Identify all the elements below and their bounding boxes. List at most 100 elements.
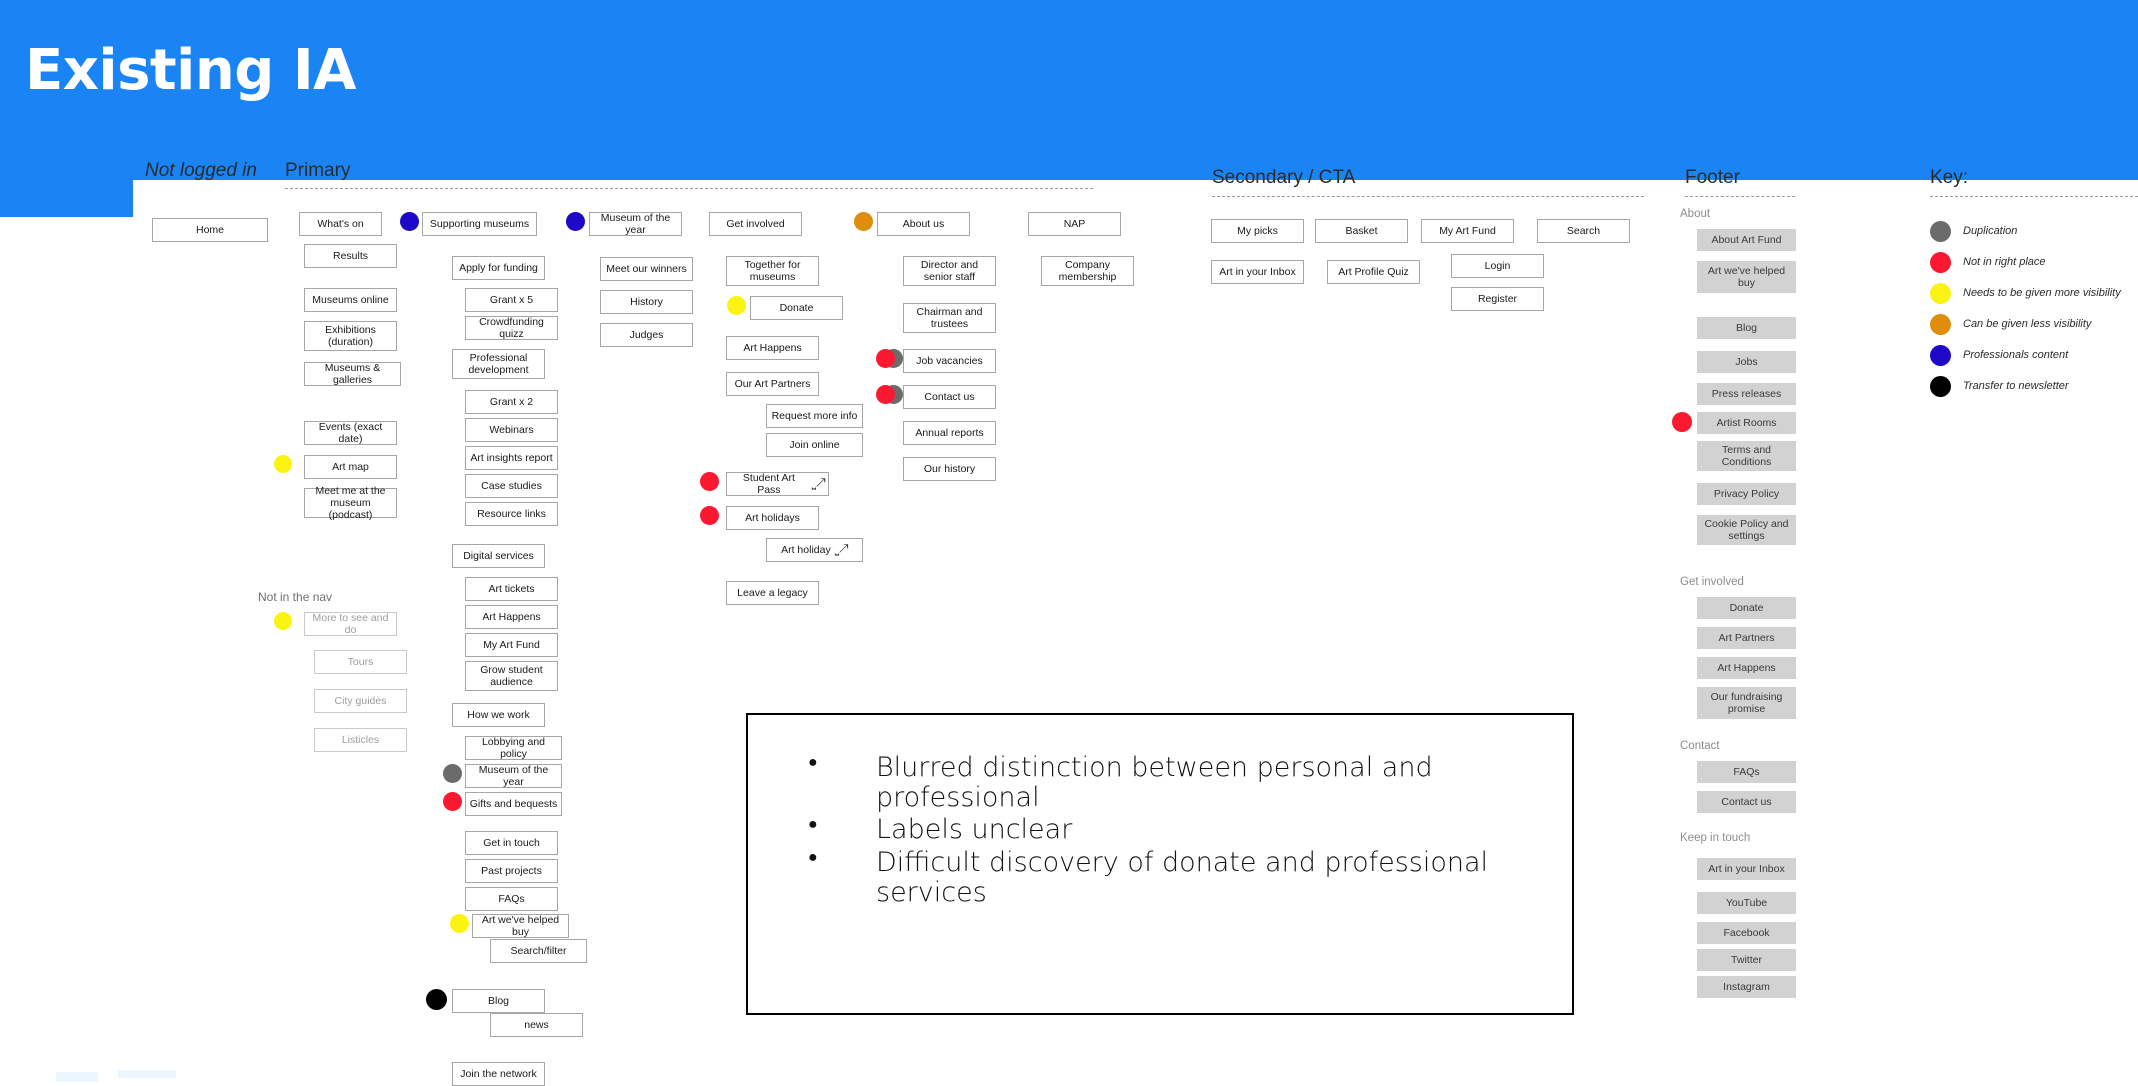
footer-node-faqs[interactable]: FAQs	[1697, 761, 1796, 783]
node-student-art-pass[interactable]: Student Art Pass ⎵↗	[726, 472, 829, 496]
node-annual-reports[interactable]: Annual reports	[903, 421, 996, 445]
node-past-projects[interactable]: Past projects	[465, 859, 558, 883]
node-art-in-your-inbox[interactable]: Art in your Inbox	[1211, 260, 1304, 284]
yellow-dot-icon	[274, 455, 292, 473]
node-art-happens[interactable]: Art Happens	[465, 605, 558, 629]
decorative-artifact	[118, 1070, 176, 1078]
key-label-less-visibility: Can be given less visibility	[1963, 318, 2092, 330]
slide-header-banner-left-tab	[0, 0, 133, 217]
footer-node-art-in-your-inbox[interactable]: Art in your Inbox	[1697, 858, 1796, 880]
footer-node-contact-us[interactable]: Contact us	[1697, 791, 1796, 813]
node-get-in-touch[interactable]: Get in touch	[465, 831, 558, 855]
footer-node-donate[interactable]: Donate	[1697, 597, 1796, 619]
footer-node-youtube[interactable]: YouTube	[1697, 892, 1796, 914]
node-company-membership[interactable]: Company membership	[1041, 256, 1134, 286]
footer-node-jobs[interactable]: Jobs	[1697, 351, 1796, 373]
node-whats-on[interactable]: What's on	[299, 212, 382, 236]
node-contact-us[interactable]: Contact us	[903, 385, 996, 409]
red-dot-icon	[1672, 412, 1692, 432]
node-art-happens-gi[interactable]: Art Happens	[726, 336, 819, 360]
node-city-guides[interactable]: City guides	[314, 689, 407, 713]
node-our-art-partners[interactable]: Our Art Partners	[726, 372, 819, 396]
node-museum-of-the-year[interactable]: Museum of the year	[589, 212, 682, 236]
node-apply-for-funding[interactable]: Apply for funding	[452, 256, 545, 280]
node-exhibitions-duration[interactable]: Exhibitions (duration)	[304, 321, 397, 351]
node-basket[interactable]: Basket	[1315, 219, 1408, 243]
node-listicles[interactable]: Listicles	[314, 728, 407, 752]
footer-node-art-partners[interactable]: Art Partners	[1697, 627, 1796, 649]
node-news[interactable]: news	[490, 1013, 583, 1037]
footer-node-facebook[interactable]: Facebook	[1697, 922, 1796, 944]
node-crowdfunding-quizz[interactable]: Crowdfunding quizz	[465, 316, 558, 340]
node-meet-me-at-the-museum[interactable]: Meet me at the museum (podcast)	[304, 485, 397, 521]
node-art-profile-quiz[interactable]: Art Profile Quiz	[1327, 260, 1420, 284]
node-museum-of-the-year-dup[interactable]: Museum of the year	[465, 764, 562, 788]
node-judges[interactable]: Judges	[600, 323, 693, 347]
node-my-art-fund[interactable]: My Art Fund	[465, 633, 558, 657]
footer-node-press-releases[interactable]: Press releases	[1697, 383, 1796, 405]
footer-node-our-fundraising-promise[interactable]: Our fundraising promise	[1697, 687, 1796, 719]
node-events-exact-date[interactable]: Events (exact date)	[304, 421, 397, 445]
node-our-history[interactable]: Our history	[903, 457, 996, 481]
node-lobbying-and-policy[interactable]: Lobbying and policy	[465, 736, 562, 760]
node-director-and-senior-staff[interactable]: Director and senior staff	[903, 256, 996, 286]
node-grant-x-5[interactable]: Grant x 5	[465, 288, 558, 312]
node-museums-and-galleries[interactable]: Museums & galleries	[304, 362, 401, 386]
node-art-tickets[interactable]: Art tickets	[465, 577, 558, 601]
node-my-picks[interactable]: My picks	[1211, 219, 1304, 243]
node-art-holidays[interactable]: Art holidays	[726, 506, 819, 530]
node-webinars[interactable]: Webinars	[465, 418, 558, 442]
node-about-us[interactable]: About us	[877, 212, 970, 236]
node-supporting-museums[interactable]: Supporting museums	[422, 212, 537, 236]
node-my-art-fund-cta[interactable]: My Art Fund	[1421, 219, 1514, 243]
node-art-weve-helped-buy[interactable]: Art we've helped buy	[472, 914, 569, 938]
footer-node-privacy-policy[interactable]: Privacy Policy	[1697, 483, 1796, 505]
node-museums-online[interactable]: Museums online	[304, 288, 397, 312]
node-case-studies[interactable]: Case studies	[465, 474, 558, 498]
node-art-holiday[interactable]: Art holiday ⎵↗	[766, 538, 863, 562]
key-label-not-in-right-place: Not in right place	[1963, 256, 2046, 268]
footer-node-art-happens[interactable]: Art Happens	[1697, 657, 1796, 679]
node-register[interactable]: Register	[1451, 287, 1544, 311]
node-grow-student-audience[interactable]: Grow student audience	[465, 661, 558, 691]
node-gifts-and-bequests[interactable]: Gifts and bequests	[465, 792, 562, 816]
node-home[interactable]: Home	[152, 218, 268, 242]
node-join-online[interactable]: Join online	[766, 433, 863, 457]
node-search-filter[interactable]: Search/filter	[490, 939, 587, 963]
node-art-map[interactable]: Art map	[304, 455, 397, 479]
red-dot-icon	[1930, 252, 1951, 273]
node-join-the-network[interactable]: Join the network	[452, 1062, 545, 1086]
node-request-more-info[interactable]: Request more info	[766, 404, 863, 428]
node-blog[interactable]: Blog	[452, 989, 545, 1013]
node-resource-links[interactable]: Resource links	[465, 502, 558, 526]
node-donate[interactable]: Donate	[750, 296, 843, 320]
node-history[interactable]: History	[600, 290, 693, 314]
node-professional-development[interactable]: Professional development	[452, 349, 545, 379]
node-nap[interactable]: NAP	[1028, 212, 1121, 236]
node-together-for-museums[interactable]: Together for museums	[726, 256, 819, 286]
node-login[interactable]: Login	[1451, 254, 1544, 278]
node-get-involved[interactable]: Get involved	[709, 212, 802, 236]
node-art-insights-report[interactable]: Art insights report	[465, 446, 558, 470]
node-faqs[interactable]: FAQs	[465, 887, 558, 911]
decorative-artifact	[56, 1072, 98, 1082]
node-results[interactable]: Results	[304, 244, 397, 268]
footer-node-art-weve-helped-buy[interactable]: Art we've helped buy	[1697, 261, 1796, 293]
node-job-vacancies[interactable]: Job vacancies	[903, 349, 996, 373]
footer-node-instagram[interactable]: Instagram	[1697, 976, 1796, 998]
node-how-we-work[interactable]: How we work	[452, 703, 545, 727]
footer-node-artist-rooms[interactable]: Artist Rooms	[1697, 412, 1796, 434]
node-leave-a-legacy[interactable]: Leave a legacy	[726, 581, 819, 605]
footer-node-cookie-policy-and-settings[interactable]: Cookie Policy and settings	[1697, 515, 1796, 545]
footer-node-blog[interactable]: Blog	[1697, 317, 1796, 339]
node-chairman-and-trustees[interactable]: Chairman and trustees	[903, 303, 996, 333]
footer-node-twitter[interactable]: Twitter	[1697, 949, 1796, 971]
node-digital-services[interactable]: Digital services	[452, 544, 545, 568]
node-meet-our-winners[interactable]: Meet our winners	[600, 257, 693, 281]
footer-node-terms-and-conditions[interactable]: Terms and Conditions	[1697, 441, 1796, 471]
node-more-to-see-and-do[interactable]: More to see and do	[304, 612, 397, 636]
node-tours[interactable]: Tours	[314, 650, 407, 674]
node-grant-x-2[interactable]: Grant x 2	[465, 390, 558, 414]
node-search[interactable]: Search	[1537, 219, 1630, 243]
footer-node-about-art-fund[interactable]: About Art Fund	[1697, 229, 1796, 251]
